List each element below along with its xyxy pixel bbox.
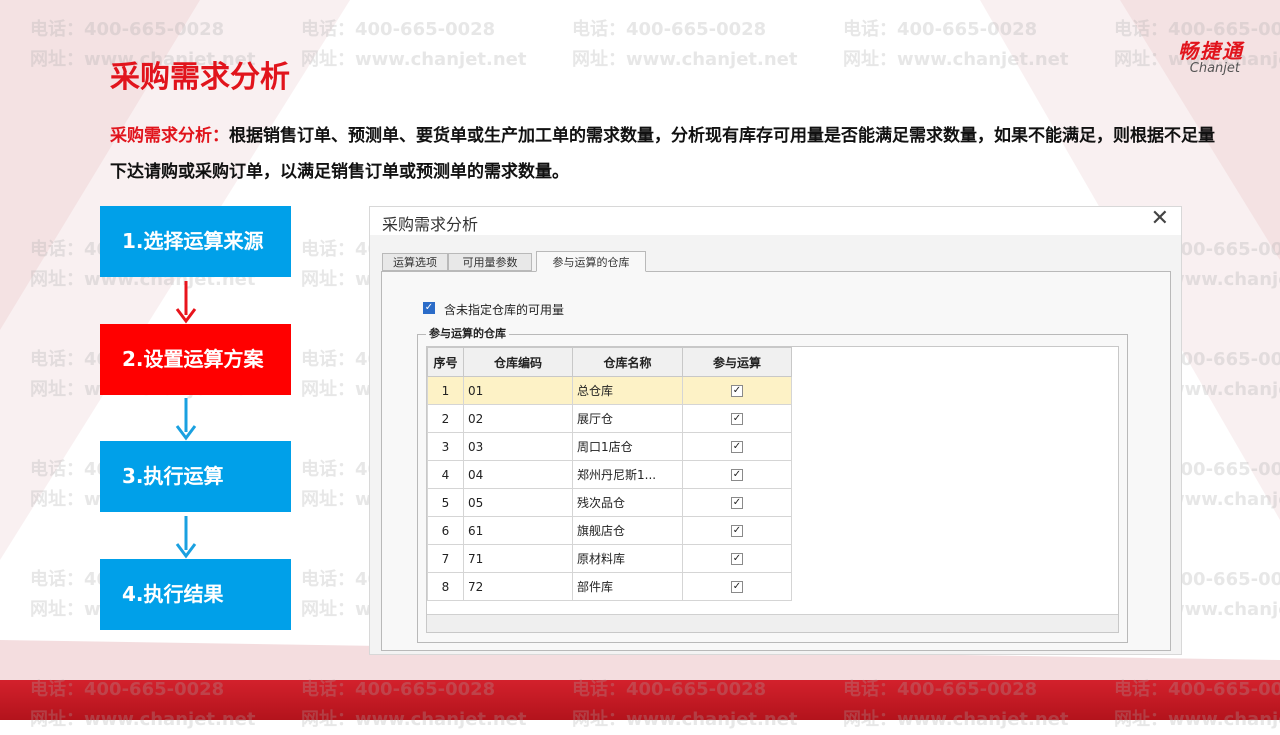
close-icon[interactable]: ✕ [1151,208,1169,230]
warehouse-code: 04 [463,460,573,489]
include-unassigned-checkbox[interactable]: ✓ [423,302,435,314]
warehouse-code: 03 [463,432,573,461]
purchase-demand-dialog: 采购需求分析 ✕ 运算选项 可用量参数 参与运算的仓库 ✓ 含未指定仓库的可用量… [369,206,1182,655]
step-set-scheme[interactable]: 2.设置运算方案 [100,324,291,395]
column-header[interactable]: 序号 [427,347,464,377]
description-lead: 采购需求分析： [110,126,229,146]
watermark-phone: 电话：400-665-0028 [30,19,225,40]
warehouse-name: 周口1店仓 [572,432,683,461]
table-row[interactable]: 3 03 周口1店仓 ✓ [427,432,792,461]
warehouse-name: 郑州丹尼斯1... [572,460,683,489]
table-row[interactable]: 4 04 郑州丹尼斯1... ✓ [427,460,792,489]
chanjet-logo: 畅捷通 Chanjet [1178,40,1244,76]
participate-checkbox[interactable]: ✓ [731,441,743,453]
participate-cell: ✓ [682,544,792,573]
tab-available-params[interactable]: 可用量参数 [448,253,532,271]
page-title: 采购需求分析 [110,60,290,95]
step-select-source[interactable]: 1.选择运算来源 [100,206,291,277]
row-number: 8 [427,572,464,601]
watermark: 电话：400-665-0028 网址：www.chanjet.net [843,15,1068,75]
row-number: 4 [427,460,464,489]
warehouse-name: 旗舰店仓 [572,516,683,545]
warehouse-name: 总仓库 [572,376,683,405]
tab-warehouses[interactable]: 参与运算的仓库 [536,251,646,272]
warehouse-group-label: 参与运算的仓库 [426,325,509,341]
table-header-row: 序号 仓库编码 仓库名称 参与运算 [427,347,792,377]
row-number: 2 [427,404,464,433]
warehouse-table: 序号 仓库编码 仓库名称 参与运算 1 01 总仓库 ✓ 2 02 展厅仓 ✓ 3 03 周口1店仓… [427,347,792,601]
watermark-site: 网址：www.chanjet.net [301,49,527,70]
bottom-band [0,680,1280,720]
column-header[interactable]: 参与运算 [682,347,792,377]
watermark: 电话：400-665-0028 网址：www.chanjet.net [572,15,797,75]
participate-cell: ✓ [682,376,792,405]
logo-cn-text: 畅捷通 [1178,39,1244,63]
participate-cell: ✓ [682,488,792,517]
step-result[interactable]: 4.执行结果 [100,559,291,630]
watermark-site: 网址：www.chanjet.net [572,49,798,70]
arrow-down-icon [175,398,197,441]
participate-checkbox[interactable]: ✓ [731,497,743,509]
tab-label: 参与运算的仓库 [552,256,630,269]
warehouse-code: 71 [463,544,573,573]
participate-cell: ✓ [682,432,792,461]
column-header[interactable]: 仓库编码 [463,347,573,377]
watermark-phone: 电话：400-665-0028 [572,19,767,40]
warehouse-name: 部件库 [572,572,683,601]
row-number: 6 [427,516,464,545]
arrow-down-icon [175,281,197,324]
warehouse-code: 61 [463,516,573,545]
tab-calc-options[interactable]: 运算选项 [382,253,448,271]
step-execute[interactable]: 3.执行运算 [100,441,291,512]
step-label: 3.执行运算 [122,464,224,488]
warehouse-code: 05 [463,488,573,517]
participate-checkbox[interactable]: ✓ [731,469,743,481]
table-row[interactable]: 1 01 总仓库 ✓ [427,376,792,405]
participate-checkbox[interactable]: ✓ [731,581,743,593]
table-row[interactable]: 2 02 展厅仓 ✓ [427,404,792,433]
table-row[interactable]: 6 61 旗舰店仓 ✓ [427,516,792,545]
step-label: 2.设置运算方案 [122,347,264,371]
table-row[interactable]: 5 05 残次品仓 ✓ [427,488,792,517]
participate-checkbox[interactable]: ✓ [731,525,743,537]
participate-checkbox[interactable]: ✓ [731,385,743,397]
row-number: 7 [427,544,464,573]
table-row[interactable]: 7 71 原材料库 ✓ [427,544,792,573]
row-number: 1 [427,376,464,405]
warehouse-name: 残次品仓 [572,488,683,517]
participate-checkbox[interactable]: ✓ [731,413,743,425]
warehouse-code: 02 [463,404,573,433]
participate-cell: ✓ [682,572,792,601]
arrow-down-icon [175,516,197,559]
tab-label: 运算选项 [393,256,437,269]
dialog-header: 采购需求分析 ✕ [370,207,1181,235]
participate-cell: ✓ [682,516,792,545]
row-number: 5 [427,488,464,517]
step-label: 4.执行结果 [122,582,224,606]
description-body: 根据销售订单、预测单、要货单或生产加工单的需求数量，分析现有库存可用量是否能满足… [110,126,1215,182]
watermark: 电话：400-665-0028 网址：www.chanjet.net [301,15,526,75]
watermark-phone: 电话：400-665-0028 [843,19,1038,40]
logo-en-text: Chanjet [1189,61,1240,76]
participate-checkbox[interactable]: ✓ [731,553,743,565]
watermark-phone: 电话：400-665-0028 [301,19,496,40]
warehouse-name: 原材料库 [572,544,683,573]
warehouse-code: 01 [463,376,573,405]
table-row[interactable]: 8 72 部件库 ✓ [427,572,792,601]
participate-cell: ✓ [682,404,792,433]
warehouse-code: 72 [463,572,573,601]
participate-cell: ✓ [682,460,792,489]
description: 采购需求分析：根据销售订单、预测单、要货单或生产加工单的需求数量，分析现有库存可… [110,118,1220,190]
warehouse-grid: 序号 仓库编码 仓库名称 参与运算 1 01 总仓库 ✓ 2 02 展厅仓 ✓ 3 03 周口1店仓… [426,346,1119,633]
step-label: 1.选择运算来源 [122,229,264,253]
grid-scrollbar[interactable] [427,614,1118,632]
watermark-site: 网址：www.chanjet.net [843,49,1069,70]
dialog-title: 采购需求分析 [382,215,479,234]
row-number: 3 [427,432,464,461]
warehouse-name: 展厅仓 [572,404,683,433]
column-header[interactable]: 仓库名称 [572,347,683,377]
include-unassigned-label: 含未指定仓库的可用量 [444,303,565,317]
tab-label: 可用量参数 [462,256,518,269]
